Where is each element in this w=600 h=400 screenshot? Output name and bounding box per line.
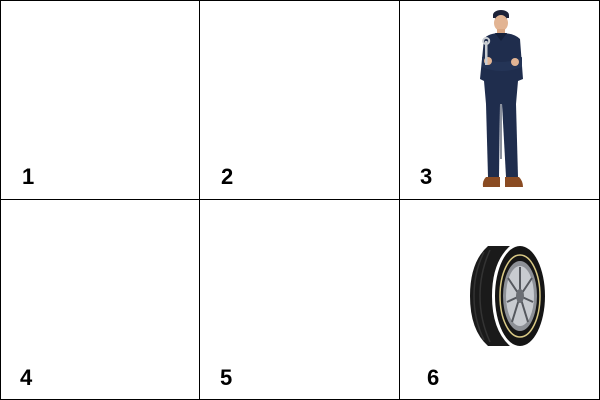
cell-number: 1 bbox=[22, 164, 35, 189]
grid-cell-6[interactable]: 6 bbox=[400, 200, 599, 399]
tire-image bbox=[470, 246, 545, 346]
picture-grid: 1 2 3 4 5 6 bbox=[0, 0, 600, 400]
grid-cell-3[interactable]: 3 bbox=[400, 1, 599, 200]
grid-cell-4[interactable]: 4 bbox=[1, 200, 200, 399]
cell-number: 2 bbox=[221, 164, 234, 189]
cell-number: 4 bbox=[20, 365, 33, 390]
grid-cell-2[interactable]: 2 bbox=[200, 1, 400, 200]
cell-number: 3 bbox=[420, 164, 433, 189]
mechanic-figure bbox=[480, 10, 523, 187]
cell-number: 5 bbox=[220, 365, 233, 390]
cell-number: 6 bbox=[427, 365, 440, 390]
grid-cell-5[interactable]: 5 bbox=[200, 200, 400, 399]
grid-cell-1[interactable]: 1 bbox=[1, 1, 200, 200]
